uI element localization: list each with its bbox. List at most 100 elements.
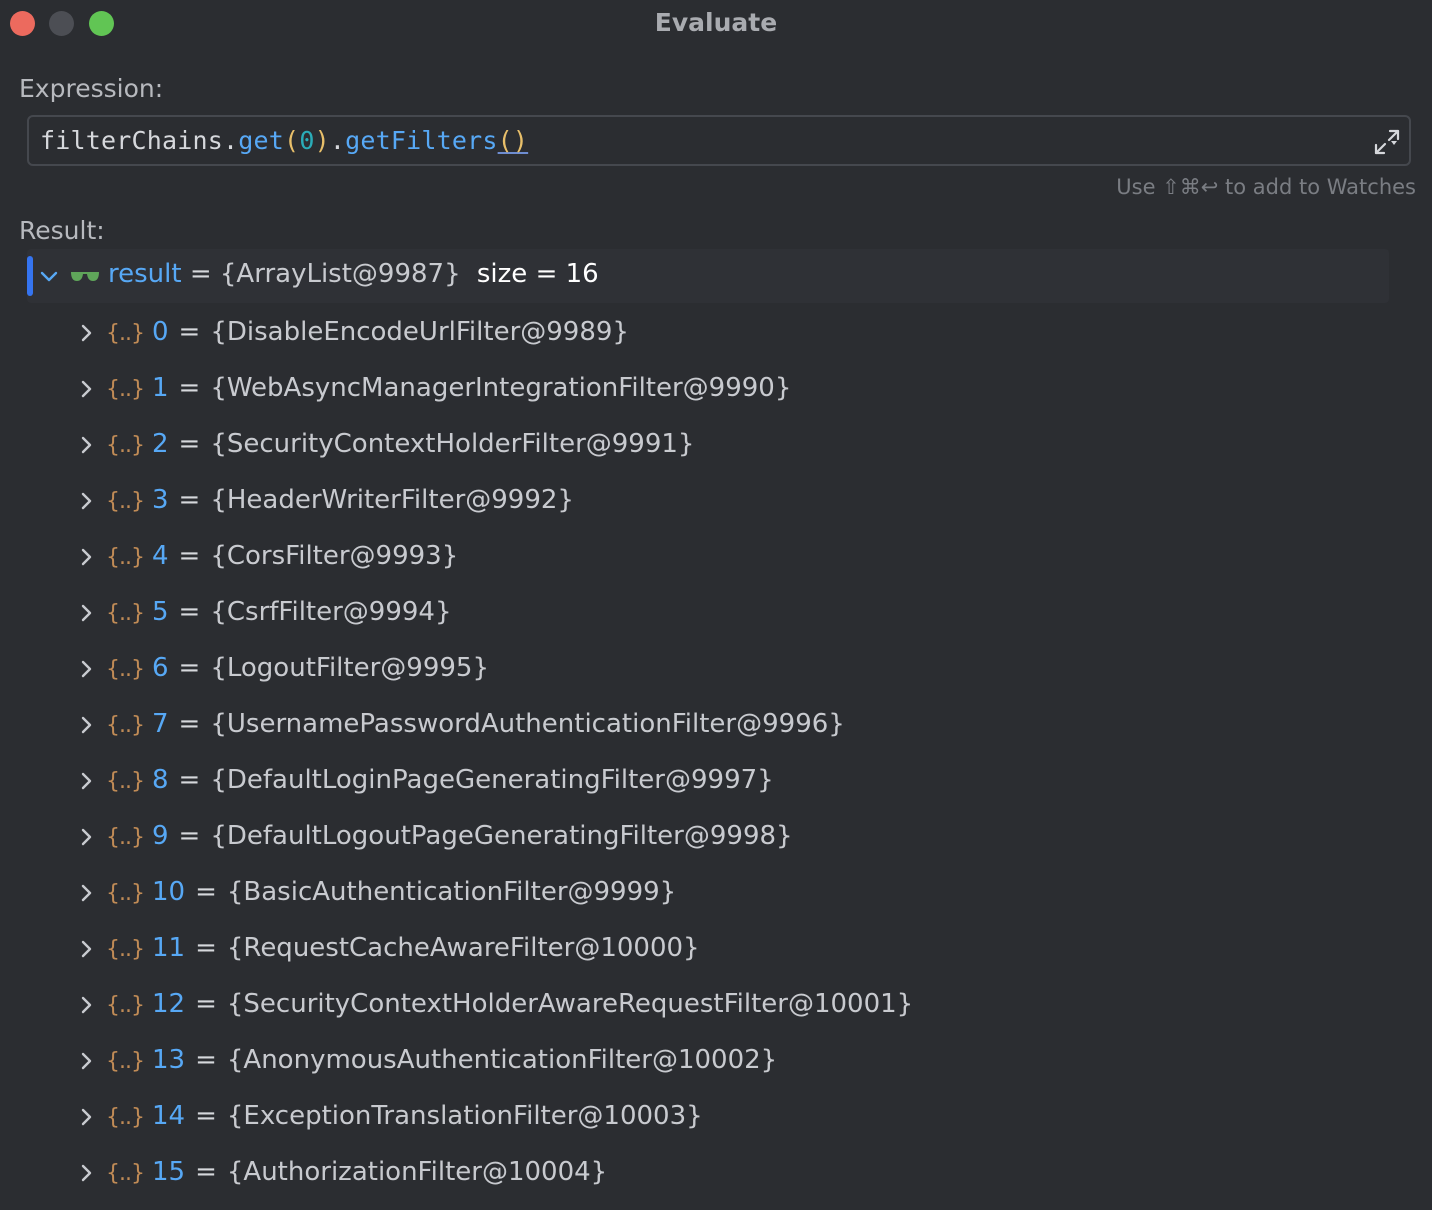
chevron-right-icon[interactable]	[76, 435, 96, 455]
object-icon: {..}	[106, 937, 145, 962]
item-index: 10	[151, 877, 186, 907]
object-icon: {..}	[106, 993, 145, 1018]
expression-input[interactable]: filterChains.get(0).getFilters()	[27, 115, 1411, 166]
object-icon: {..}	[106, 433, 145, 458]
expression-code[interactable]: filterChains.get(0).getFilters()	[40, 126, 528, 155]
item-value: {AuthorizationFilter@10004}	[226, 1157, 608, 1187]
item-value: {CsrfFilter@9994}	[210, 597, 452, 627]
item-equals: =	[195, 1157, 217, 1187]
list-item[interactable]: {..} 0 = {DisableEncodeUrlFilter@9989}	[0, 305, 1400, 361]
chevron-right-icon[interactable]	[76, 1051, 96, 1071]
item-index: 2	[151, 429, 169, 459]
item-index: 6	[151, 653, 169, 683]
item-index: 12	[151, 989, 186, 1019]
expr-method-getfilters: getFilters	[345, 126, 498, 155]
chevron-right-icon[interactable]	[76, 547, 96, 567]
item-equals: =	[195, 933, 217, 963]
item-equals: =	[178, 597, 201, 627]
item-equals: =	[195, 877, 217, 907]
list-item[interactable]: {..} 7 = {UsernamePasswordAuthenticationFil…	[0, 697, 1400, 753]
item-value: {DisableEncodeUrlFilter@9989}	[210, 317, 629, 347]
item-index: 15	[151, 1157, 186, 1187]
chevron-right-icon[interactable]	[76, 995, 96, 1015]
chevron-right-icon[interactable]	[76, 379, 96, 399]
object-icon: {..}	[106, 1049, 145, 1074]
item-equals: =	[178, 709, 201, 739]
item-index: 11	[151, 933, 186, 963]
expr-object: filterChains	[40, 126, 224, 155]
list-item[interactable]: {..} 14 = {ExceptionTranslationFilter@10003…	[0, 1089, 1400, 1145]
chevron-right-icon[interactable]	[76, 323, 96, 343]
expression-label: Expression:	[19, 74, 164, 103]
window-title: Evaluate	[654, 8, 778, 37]
chevron-right-icon[interactable]	[76, 827, 96, 847]
item-equals: =	[178, 541, 201, 571]
item-value: {ExceptionTranslationFilter@10003}	[226, 1101, 703, 1131]
item-value: {DefaultLoginPageGeneratingFilter@9997}	[210, 765, 774, 795]
item-index: 7	[151, 709, 169, 739]
object-icon: {..}	[106, 1161, 145, 1186]
list-item[interactable]: {..} 2 = {SecurityContextHolderFilter@9991}	[0, 417, 1400, 473]
object-icon: {..}	[106, 601, 145, 626]
selection-accent	[27, 256, 33, 296]
expr-dot: .	[329, 126, 346, 155]
object-icon: {..}	[106, 657, 145, 682]
result-root-row[interactable]: result = {ArrayList@9987} size = 16	[27, 249, 1389, 303]
item-equals: =	[195, 989, 217, 1019]
object-icon: {..}	[106, 545, 145, 570]
list-item[interactable]: {..} 5 = {CsrfFilter@9994}	[0, 585, 1400, 641]
item-index: 9	[151, 821, 169, 851]
expr-method-get: get	[238, 126, 285, 155]
chevron-right-icon[interactable]	[76, 883, 96, 903]
add-to-watches-hint: Use ⇧⌘↩ to add to Watches	[1116, 175, 1416, 199]
chevron-right-icon[interactable]	[76, 771, 96, 791]
chevron-right-icon[interactable]	[76, 659, 96, 679]
list-item[interactable]: {..} 3 = {HeaderWriterFilter@9992}	[0, 473, 1400, 529]
item-index: 14	[151, 1101, 186, 1131]
list-item[interactable]: {..} 12 = {SecurityContextHolderAwareReques…	[0, 977, 1400, 1033]
item-index: 0	[151, 317, 169, 347]
item-equals: =	[178, 821, 201, 851]
item-value: {BasicAuthenticationFilter@9999}	[226, 877, 677, 907]
list-item[interactable]: {..} 10 = {BasicAuthenticationFilter@9999}	[0, 865, 1400, 921]
item-value: {WebAsyncManagerIntegrationFilter@9990}	[210, 373, 792, 403]
chevron-right-icon[interactable]	[76, 491, 96, 511]
item-equals: =	[178, 317, 201, 347]
item-index: 1	[151, 373, 169, 403]
list-item[interactable]: {..} 4 = {CorsFilter@9993}	[0, 529, 1400, 585]
title-bar: Evaluate	[0, 0, 1432, 48]
item-value: {LogoutFilter@9995}	[210, 653, 489, 683]
chevron-right-icon[interactable]	[76, 715, 96, 735]
expand-icon[interactable]	[1373, 128, 1401, 156]
expr-close-paren: )	[314, 126, 330, 155]
object-icon: {..}	[106, 825, 145, 850]
chevron-right-icon[interactable]	[76, 1107, 96, 1127]
list-item[interactable]: {..} 1 = {WebAsyncManagerIntegrationFilter@…	[0, 361, 1400, 417]
expr-parens: ()	[497, 126, 529, 155]
item-value: {RequestCacheAwareFilter@10000}	[226, 933, 700, 963]
item-index: 3	[151, 485, 169, 515]
list-item[interactable]: {..} 13 = {AnonymousAuthenticationFilter@10…	[0, 1033, 1400, 1089]
expr-dot: .	[223, 126, 239, 155]
list-item[interactable]: {..} 15 = {AuthorizationFilter@10004}	[0, 1145, 1400, 1201]
item-equals: =	[178, 429, 201, 459]
object-icon: {..}	[106, 713, 145, 738]
chevron-right-icon[interactable]	[76, 939, 96, 959]
list-item[interactable]: {..} 8 = {DefaultLoginPageGeneratingFilter@…	[0, 753, 1400, 809]
result-equals: =	[189, 259, 212, 289]
object-icon: {..}	[106, 321, 145, 346]
evaluate-dialog: Evaluate Expression: filterChains.get(0)…	[0, 0, 1432, 1210]
result-name: result	[108, 259, 182, 289]
watch-glasses-icon	[71, 272, 99, 281]
list-item[interactable]: {..} 9 = {DefaultLogoutPageGeneratingFilter…	[0, 809, 1400, 865]
chevron-right-icon[interactable]	[76, 603, 96, 623]
item-equals: =	[178, 485, 201, 515]
object-icon: {..}	[106, 769, 145, 794]
chevron-down-icon[interactable]	[39, 266, 59, 286]
item-index: 5	[151, 597, 169, 627]
object-icon: {..}	[106, 1105, 145, 1130]
chevron-right-icon[interactable]	[76, 1163, 96, 1183]
item-value: {AnonymousAuthenticationFilter@10002}	[226, 1045, 778, 1075]
list-item[interactable]: {..} 6 = {LogoutFilter@9995}	[0, 641, 1400, 697]
list-item[interactable]: {..} 11 = {RequestCacheAwareFilter@10000}	[0, 921, 1400, 977]
